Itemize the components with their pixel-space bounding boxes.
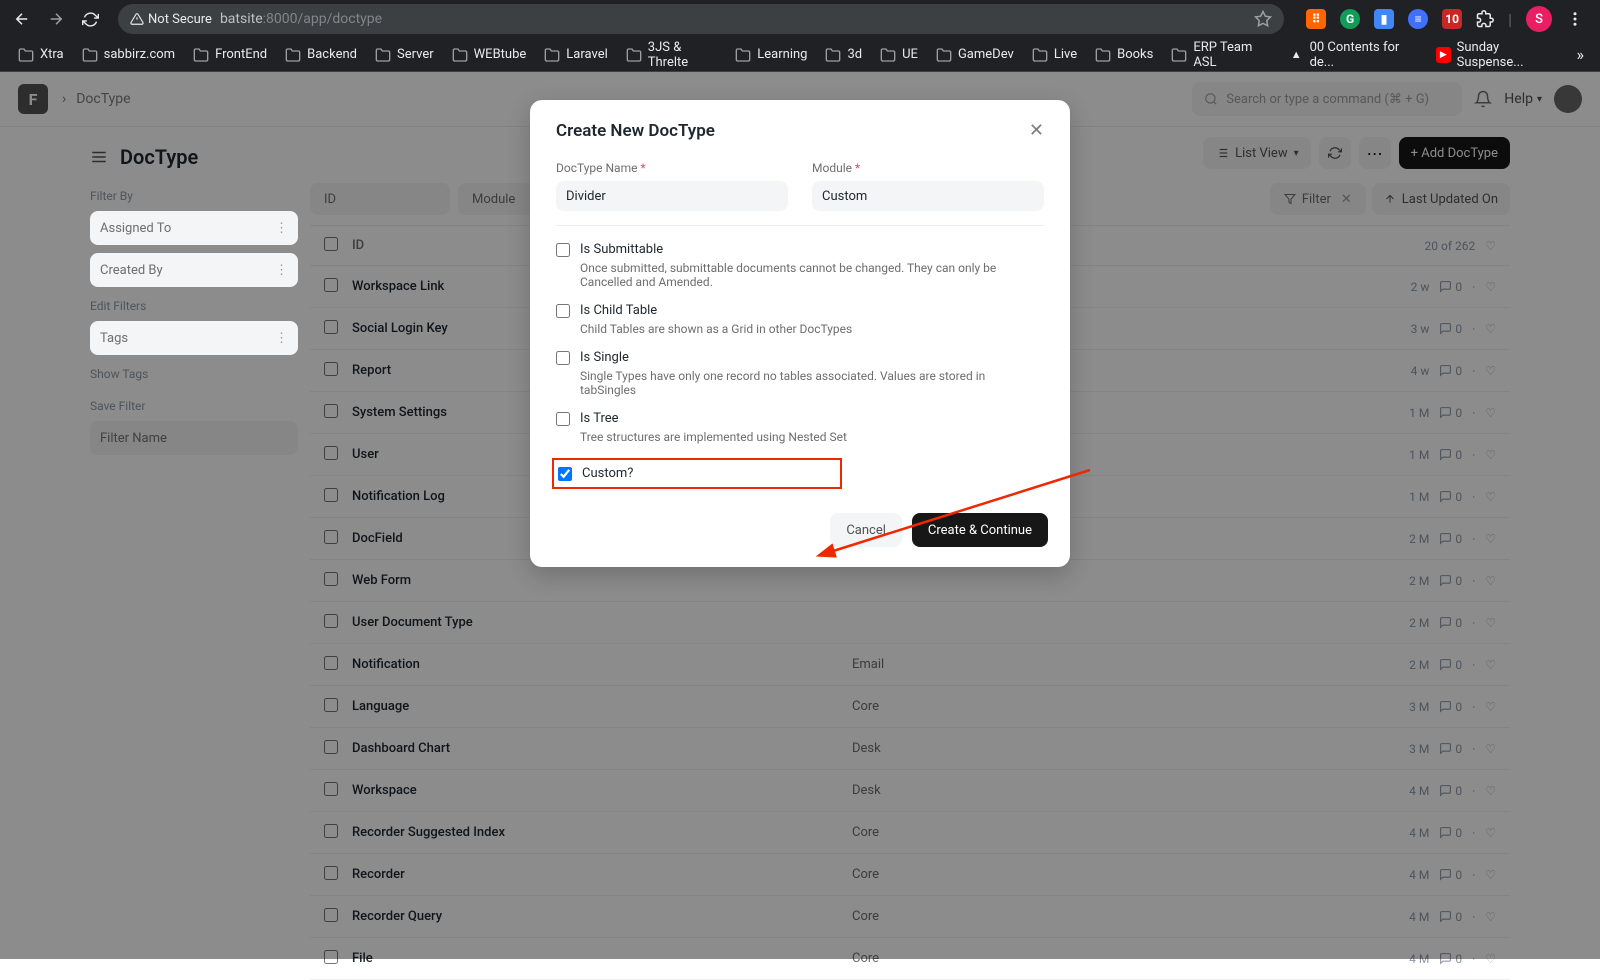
is-submittable-checkbox[interactable] — [556, 243, 570, 257]
is-single-label: Is Single — [580, 350, 629, 365]
is-tree-label: Is Tree — [580, 411, 619, 426]
bookmark-item[interactable]: Server — [367, 36, 442, 74]
bookmark-item[interactable]: Learning — [727, 36, 815, 74]
is-single-checkbox[interactable] — [556, 351, 570, 365]
assigned-to-filter[interactable]: Assigned To — [90, 211, 298, 245]
is-child-label: Is Child Table — [580, 303, 657, 318]
is-submittable-desc: Once submitted, submittable documents ca… — [580, 261, 1044, 289]
bookmark-item[interactable]: WEBtube — [444, 36, 535, 74]
create-continue-button[interactable]: Create & Continue — [912, 513, 1048, 547]
bookmarks-overflow[interactable]: » — [1571, 41, 1591, 68]
module-label: Module * — [812, 161, 1044, 175]
bookmark-item[interactable]: 3JS & Threlte — [618, 36, 726, 74]
tags-filter[interactable]: Tags — [90, 321, 298, 355]
is-child-desc: Child Tables are shown as a Grid in othe… — [580, 322, 1044, 336]
is-tree-checkbox[interactable] — [556, 412, 570, 426]
bookmark-item[interactable]: Books — [1087, 36, 1161, 74]
custom-label: Custom? — [582, 466, 633, 481]
star-icon[interactable] — [1254, 10, 1272, 28]
bookmark-item[interactable]: ERP Team ASL — [1163, 36, 1278, 74]
reload-button[interactable] — [76, 5, 104, 33]
forward-button[interactable] — [42, 5, 70, 33]
ext-icon-3[interactable]: ▮ — [1374, 9, 1394, 29]
is-tree-desc: Tree structures are implemented using Ne… — [580, 430, 1044, 444]
ext-icon-5[interactable]: 10 — [1442, 9, 1462, 29]
ext-icon-2[interactable]: G — [1340, 9, 1360, 29]
menu-icon[interactable] — [1566, 10, 1584, 28]
created-by-filter[interactable]: Created By — [90, 253, 298, 287]
bookmark-item[interactable]: sabbirz.com — [74, 36, 183, 74]
cancel-button[interactable]: Cancel — [830, 513, 902, 547]
bookmark-item[interactable]: UE — [872, 36, 926, 74]
is-child-checkbox[interactable] — [556, 304, 570, 318]
extensions-icon[interactable] — [1476, 10, 1494, 28]
bookmark-item[interactable]: Laravel — [536, 36, 615, 74]
bookmark-item[interactable]: Xtra — [10, 36, 72, 74]
back-button[interactable] — [8, 5, 36, 33]
bookmarks-bar: Xtrasabbirz.comFrontEndBackendServerWEBt… — [0, 38, 1600, 72]
bookmark-item[interactable]: Live — [1024, 36, 1085, 74]
url-host: batsite — [220, 11, 263, 27]
bookmark-item[interactable]: ▲00 Contents for de... — [1281, 36, 1426, 74]
doctype-name-label: DocType Name * — [556, 161, 788, 175]
bookmark-item[interactable]: 3d — [817, 36, 870, 74]
doctype-name-input[interactable] — [556, 181, 788, 211]
address-bar[interactable]: Not Secure batsite:8000/app/doctype — [118, 4, 1284, 34]
not-secure-badge: Not Secure — [130, 12, 212, 27]
bookmark-item[interactable]: FrontEnd — [185, 36, 275, 74]
ext-icon-1[interactable]: ⠿ — [1306, 9, 1326, 29]
create-doctype-modal: Create New DocType ✕ DocType Name * Modu… — [530, 100, 1070, 567]
url-rest: :8000/app/doctype — [263, 11, 382, 27]
modal-title: Create New DocType — [556, 121, 715, 141]
bookmark-item[interactable]: GameDev — [928, 36, 1022, 74]
bookmark-item[interactable]: ▶Sunday Suspense... — [1428, 36, 1569, 74]
module-input[interactable] — [812, 181, 1044, 211]
ext-icon-4[interactable]: ≡ — [1408, 9, 1428, 29]
custom-checkbox[interactable] — [558, 467, 572, 481]
modal-close-button[interactable]: ✕ — [1029, 120, 1044, 141]
bookmark-item[interactable]: Backend — [277, 36, 365, 74]
is-single-desc: Single Types have only one record no tab… — [580, 369, 1044, 397]
profile-avatar[interactable]: S — [1526, 6, 1552, 32]
is-submittable-label: Is Submittable — [580, 242, 663, 257]
